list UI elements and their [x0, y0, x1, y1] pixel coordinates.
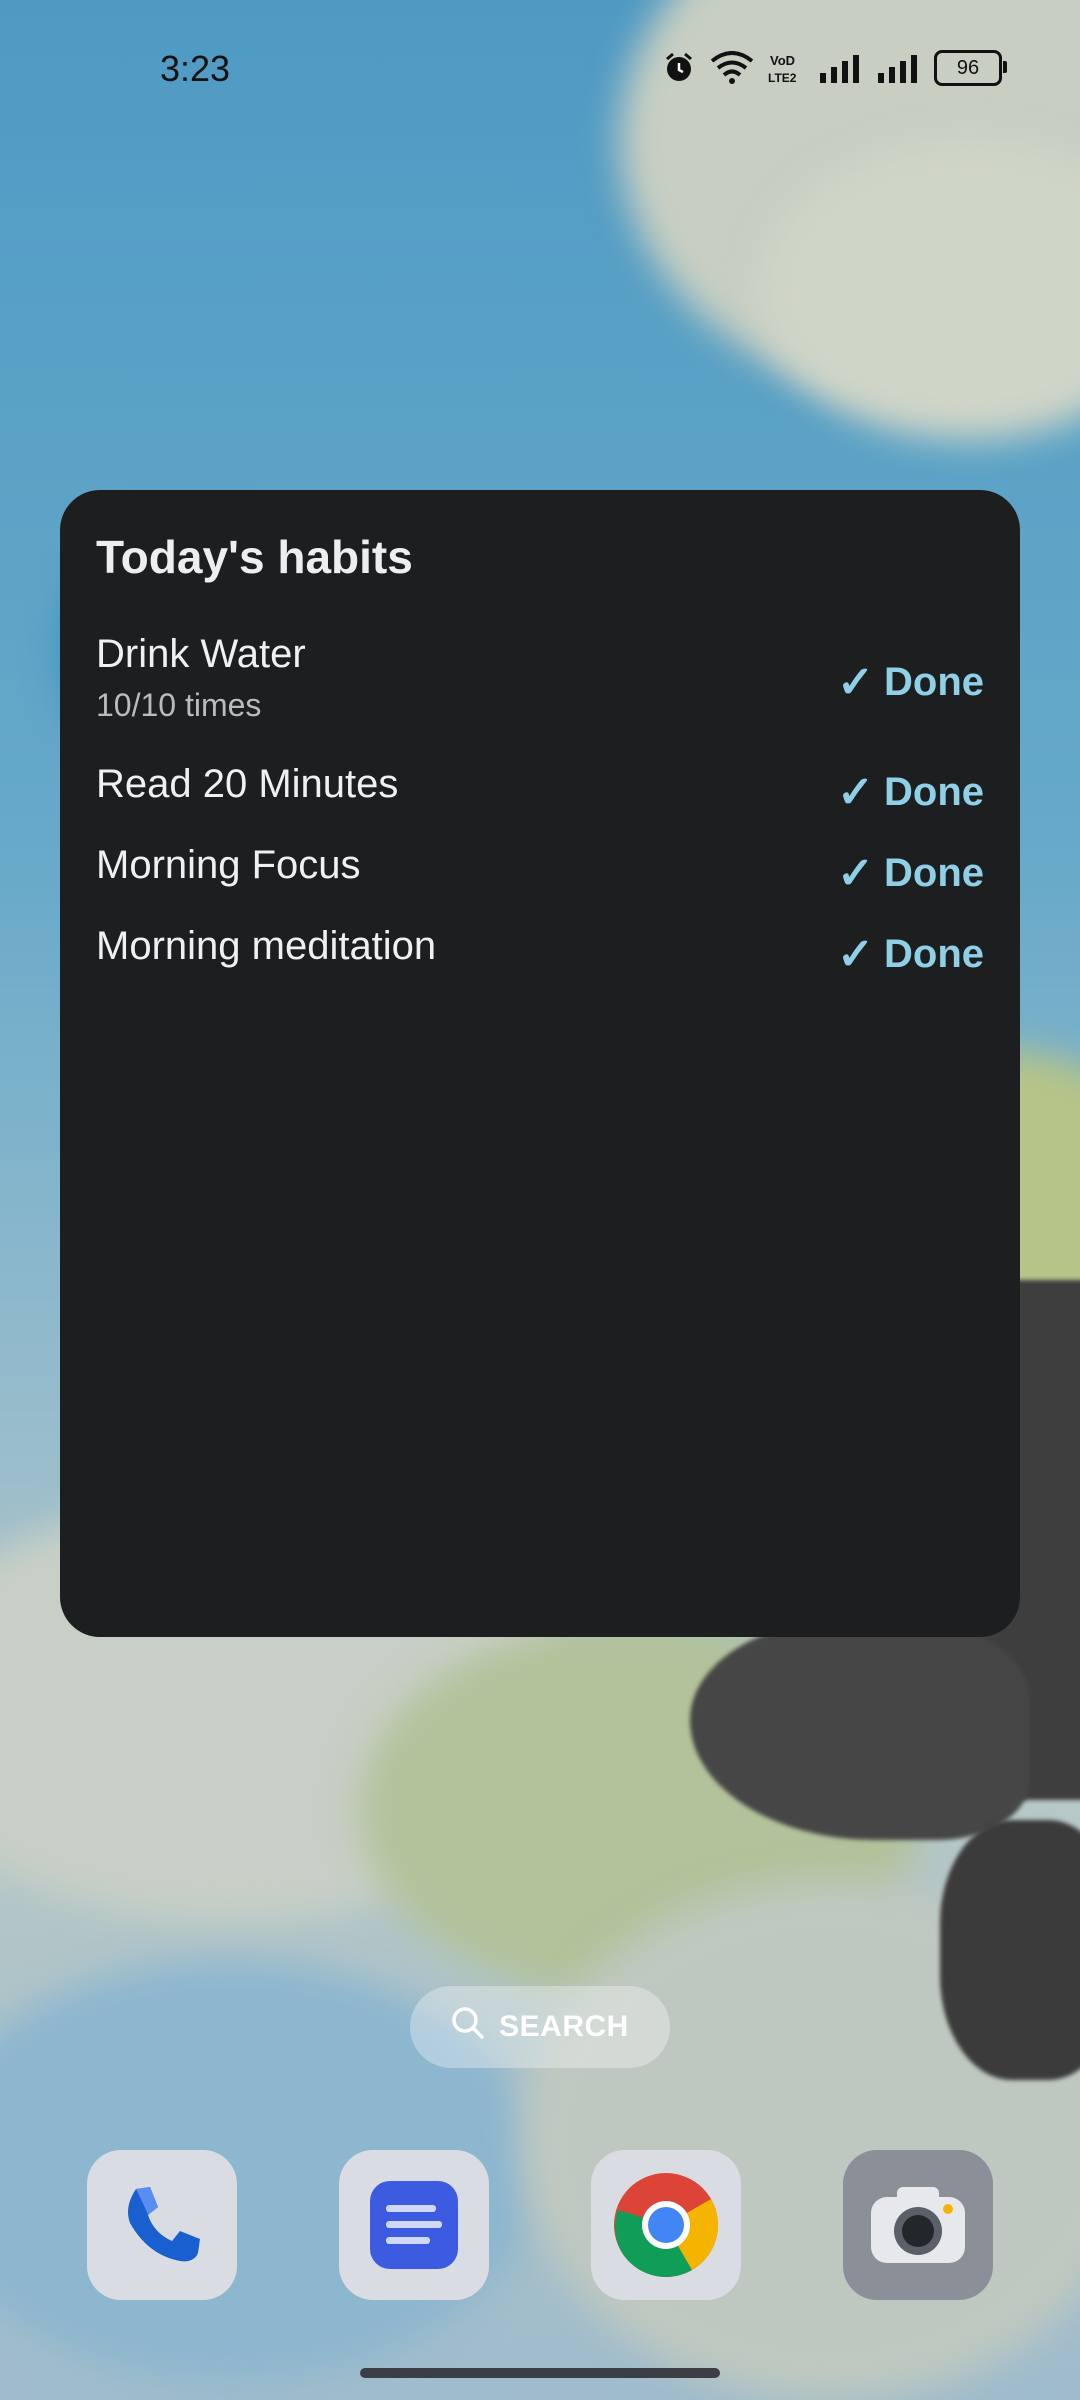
- svg-text:LTE2: LTE2: [768, 71, 797, 85]
- check-icon: ✓: [837, 657, 874, 707]
- check-icon: ✓: [837, 929, 874, 979]
- chrome-app-icon[interactable]: [591, 2150, 741, 2300]
- widget-title: Today's habits: [96, 531, 413, 583]
- volte-icon: VoD LTE2: [768, 51, 804, 85]
- habit-status[interactable]: ✓ Done: [837, 924, 984, 984]
- status-bar: 3:23 VoD LTE2 96: [0, 0, 1080, 140]
- status-time: 3:23: [160, 48, 231, 89]
- habit-status[interactable]: ✓ Done: [837, 843, 984, 903]
- signal-2-icon: [876, 53, 920, 83]
- camera-icon: [871, 2187, 965, 2263]
- search-button[interactable]: SEARCH: [410, 1986, 670, 2068]
- search-icon: [451, 2006, 485, 2048]
- phone-app-icon[interactable]: [87, 2150, 237, 2300]
- docs-icon: [370, 2181, 458, 2269]
- habits-widget[interactable]: Today's habits Drink Water 10/10 times ✓…: [60, 490, 1020, 1637]
- habit-status[interactable]: ✓ Done: [837, 632, 984, 732]
- status-label: Done: [884, 931, 984, 976]
- habit-row[interactable]: Drink Water 10/10 times ✓ Done: [96, 632, 984, 732]
- battery-icon: 96: [934, 50, 1007, 86]
- habit-row[interactable]: Morning meditation ✓ Done: [96, 924, 984, 984]
- status-icons: VoD LTE2 96: [662, 50, 1007, 86]
- check-icon: ✓: [837, 848, 874, 898]
- habit-row[interactable]: Read 20 Minutes ✓ Done: [96, 762, 984, 822]
- habit-row[interactable]: Morning Focus ✓ Done: [96, 843, 984, 903]
- check-icon: ✓: [837, 767, 874, 817]
- phone-icon: [128, 2187, 200, 2262]
- search-label: SEARCH: [499, 2010, 629, 2043]
- chrome-icon: [614, 2173, 718, 2277]
- status-label: Done: [884, 659, 984, 704]
- wifi-icon: [710, 51, 754, 85]
- status-label: Done: [884, 850, 984, 895]
- home-gesture-bar[interactable]: [360, 2368, 720, 2378]
- signal-1-icon: [818, 53, 862, 83]
- habit-status[interactable]: ✓ Done: [837, 762, 984, 822]
- status-label: Done: [884, 769, 984, 814]
- docs-app-icon[interactable]: [339, 2150, 489, 2300]
- camera-app-icon[interactable]: [843, 2150, 993, 2300]
- alarm-icon: [662, 51, 696, 85]
- svg-text:VoD: VoD: [770, 53, 795, 68]
